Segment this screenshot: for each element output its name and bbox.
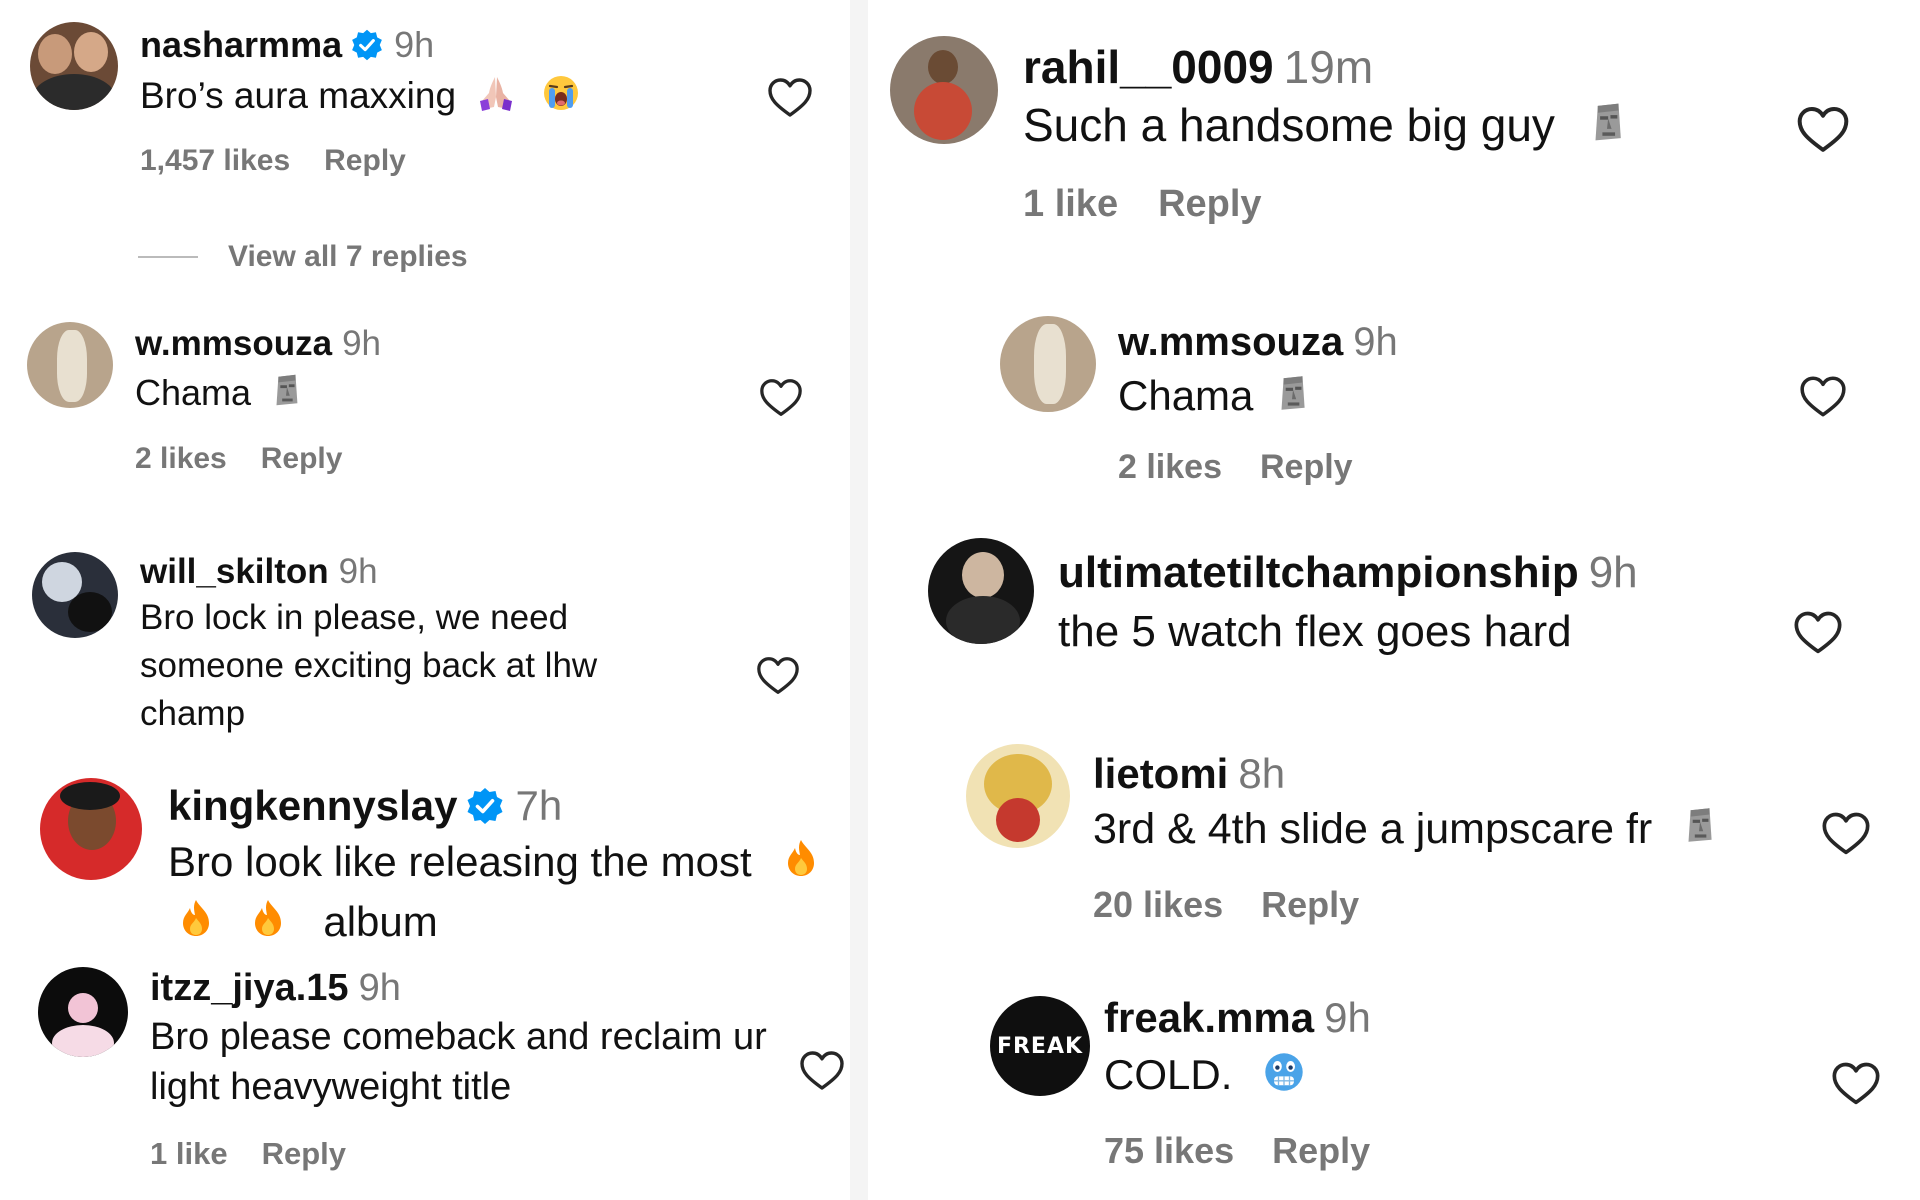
reply-button[interactable]: Reply [1272, 1130, 1370, 1172]
comment-timestamp: 9h [394, 24, 435, 65]
comment-username[interactable]: lietomi [1093, 750, 1228, 798]
comment-text-line: champ [140, 694, 246, 733]
like-heart-icon[interactable] [1798, 372, 1848, 422]
avatar-logo-text: FREAK [996, 1033, 1084, 1059]
comment-username[interactable]: kingkennyslay [168, 782, 457, 830]
reply-button[interactable]: Reply [1260, 448, 1353, 487]
avatar[interactable]: FREAK [990, 996, 1090, 1096]
like-heart-icon[interactable] [758, 375, 804, 421]
like-heart-icon[interactable] [1820, 808, 1872, 860]
comment-username[interactable]: w.mmsouza [1118, 320, 1343, 365]
comment-item: will_skilton 9h Bro lock in please, we n… [0, 540, 850, 750]
moai-icon [1584, 99, 1630, 159]
comment-timestamp: 9h [1353, 320, 1398, 364]
reply-button[interactable]: Reply [324, 144, 406, 178]
comment-timestamp: 8h [1238, 750, 1286, 797]
comment-timestamp: 19m [1283, 41, 1374, 93]
avatar[interactable] [890, 36, 998, 144]
comment-text: the 5 watch flex goes hard [1058, 607, 1572, 656]
like-count[interactable]: 1 like [1023, 183, 1118, 226]
moai-icon [1678, 804, 1720, 860]
comment-timestamp: 9h [1324, 994, 1371, 1041]
like-heart-icon[interactable] [755, 653, 801, 699]
right-comment-panel: rahil__0009 19m Such a handsome big guy … [868, 0, 1920, 1200]
like-heart-icon[interactable] [1795, 102, 1851, 158]
comment-item: itzz_jiya.15 9h Bro please comeback and … [0, 955, 850, 1200]
like-count[interactable]: 2 likes [135, 442, 227, 476]
cold-face-icon [1262, 1050, 1306, 1107]
like-count[interactable]: 1,457 likes [140, 144, 290, 178]
avatar[interactable] [966, 744, 1070, 848]
moai-icon [267, 371, 305, 420]
replies-dash [138, 256, 198, 258]
comment-timestamp: 7h [515, 782, 563, 829]
comment-username[interactable]: itzz_jiya.15 [150, 967, 349, 1010]
comment-username[interactable]: w.mmsouza [135, 324, 332, 364]
avatar[interactable] [38, 967, 128, 1057]
comment-item: rahil__0009 19m Such a handsome big guy … [868, 0, 1920, 290]
comment-text: Bro’s aura maxxing [140, 75, 457, 116]
like-heart-icon[interactable] [1792, 607, 1844, 659]
comment-item: w.mmsouza 9h Chama 2 likes Reply [868, 300, 1920, 520]
comment-item: w.mmsouza 9h Chama 2 likes Reply [0, 300, 850, 530]
comment-text: COLD. [1104, 1051, 1233, 1098]
left-comment-panel: nasharmma 9h Bro’s aura maxxing 1,457 li… [0, 0, 850, 1200]
like-count[interactable]: 75 likes [1104, 1130, 1234, 1172]
comment-text-line: someone exciting back at lhw [140, 646, 598, 685]
crying-face-icon [541, 73, 581, 124]
avatar[interactable] [30, 22, 118, 110]
like-heart-icon[interactable] [1830, 1058, 1882, 1110]
comment-item: ultimatetiltchampionship 9h the 5 watch … [868, 530, 1920, 710]
comment-username[interactable]: freak.mma [1104, 994, 1314, 1042]
comment-text-continued: album [323, 897, 438, 945]
avatar[interactable] [40, 778, 142, 880]
comment-timestamp: 9h [1588, 548, 1638, 597]
avatar[interactable] [32, 552, 118, 638]
avatar[interactable] [27, 322, 113, 408]
comment-text-line: Bro please comeback and reclaim ur [150, 1016, 767, 1058]
panel-divider [850, 0, 868, 1200]
verified-badge-icon [350, 28, 384, 62]
comment-username[interactable]: rahil__0009 [1023, 40, 1274, 94]
comment-text-line: Bro lock in please, we need [140, 598, 569, 637]
praying-hands-icon [476, 73, 516, 124]
comment-item: lietomi 8h 3rd & 4th slide a jumpscare f… [868, 730, 1920, 960]
comment-item: kingkennyslay 7h Bro look like releasing… [0, 760, 950, 960]
avatar[interactable] [1000, 316, 1096, 412]
comment-username[interactable]: nasharmma [140, 24, 342, 66]
comment-text: 3rd & 4th slide a jumpscare fr [1093, 805, 1653, 853]
like-heart-icon[interactable] [798, 1047, 846, 1095]
moai-icon [1271, 372, 1313, 427]
comment-username[interactable]: will_skilton [140, 552, 329, 592]
comment-text: Such a handsome big guy [1023, 99, 1555, 151]
reply-button[interactable]: Reply [1261, 884, 1359, 926]
comment-text-line: light heavyweight title [150, 1066, 512, 1108]
comment-item: nasharmma 9h Bro’s aura maxxing 1,457 li… [0, 0, 850, 290]
comment-text: Chama [1118, 372, 1254, 419]
comment-timestamp: 9h [358, 967, 401, 1009]
like-count[interactable]: 1 like [150, 1136, 228, 1172]
avatar[interactable] [928, 538, 1034, 644]
fire-icon [248, 896, 288, 954]
view-replies-label: View all 7 replies [228, 240, 468, 273]
like-count[interactable]: 2 likes [1118, 448, 1222, 487]
fire-icon [781, 836, 821, 894]
reply-button[interactable]: Reply [1158, 183, 1261, 226]
comment-username[interactable]: ultimatetiltchampionship [1058, 548, 1579, 598]
comment-timestamp: 9h [342, 324, 382, 363]
like-count[interactable]: 20 likes [1093, 884, 1223, 926]
view-replies-button[interactable]: View all 7 replies [138, 240, 468, 274]
comment-text: Bro look like releasing the most [168, 838, 752, 885]
verified-badge-icon [465, 786, 505, 826]
comment-item: FREAK freak.mma 9h COLD. 75 likes Reply [868, 980, 1920, 1200]
reply-button[interactable]: Reply [262, 1136, 346, 1172]
fire-icon [176, 896, 216, 954]
like-heart-icon[interactable] [766, 74, 814, 122]
comment-timestamp: 9h [338, 552, 378, 591]
comment-text: Chama [135, 372, 252, 413]
reply-button[interactable]: Reply [261, 442, 343, 476]
